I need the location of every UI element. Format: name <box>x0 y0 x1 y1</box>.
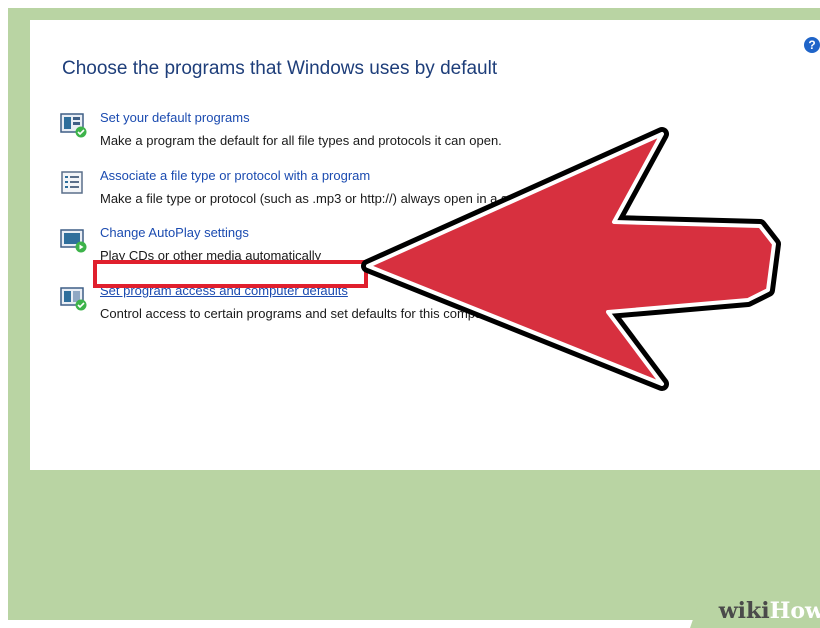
page-title: Choose the programs that Windows uses by… <box>62 58 498 79</box>
file-association-icon <box>61 171 83 194</box>
wikihow-watermark: wikiHow <box>690 596 820 628</box>
default-programs-icon <box>60 113 87 138</box>
autoplay-icon <box>60 229 87 253</box>
control-panel-window: ? Choose the programs that Windows uses … <box>30 20 820 470</box>
highlight-box <box>93 260 368 288</box>
link-set-default-programs[interactable]: Set your default programs <box>100 110 250 125</box>
program-access-icon <box>60 287 87 311</box>
link-associate-file-type[interactable]: Associate a file type or protocol with a… <box>100 168 370 183</box>
option-program-access: Set program access and computer defaults… <box>60 283 780 329</box>
option-description: Make a program the default for all file … <box>100 133 502 148</box>
link-change-autoplay[interactable]: Change AutoPlay settings <box>100 225 249 240</box>
option-file-association: Associate a file type or protocol with a… <box>60 168 780 214</box>
option-description: Control access to certain programs and s… <box>100 306 498 321</box>
green-background: ? Choose the programs that Windows uses … <box>8 8 820 628</box>
option-description: Make a file type or protocol (such as .m… <box>100 191 597 206</box>
help-icon[interactable]: ? <box>804 37 820 53</box>
wikihow-logo: wikiHow <box>718 598 820 624</box>
option-default-programs: Set your default programs Make a program… <box>60 110 780 156</box>
